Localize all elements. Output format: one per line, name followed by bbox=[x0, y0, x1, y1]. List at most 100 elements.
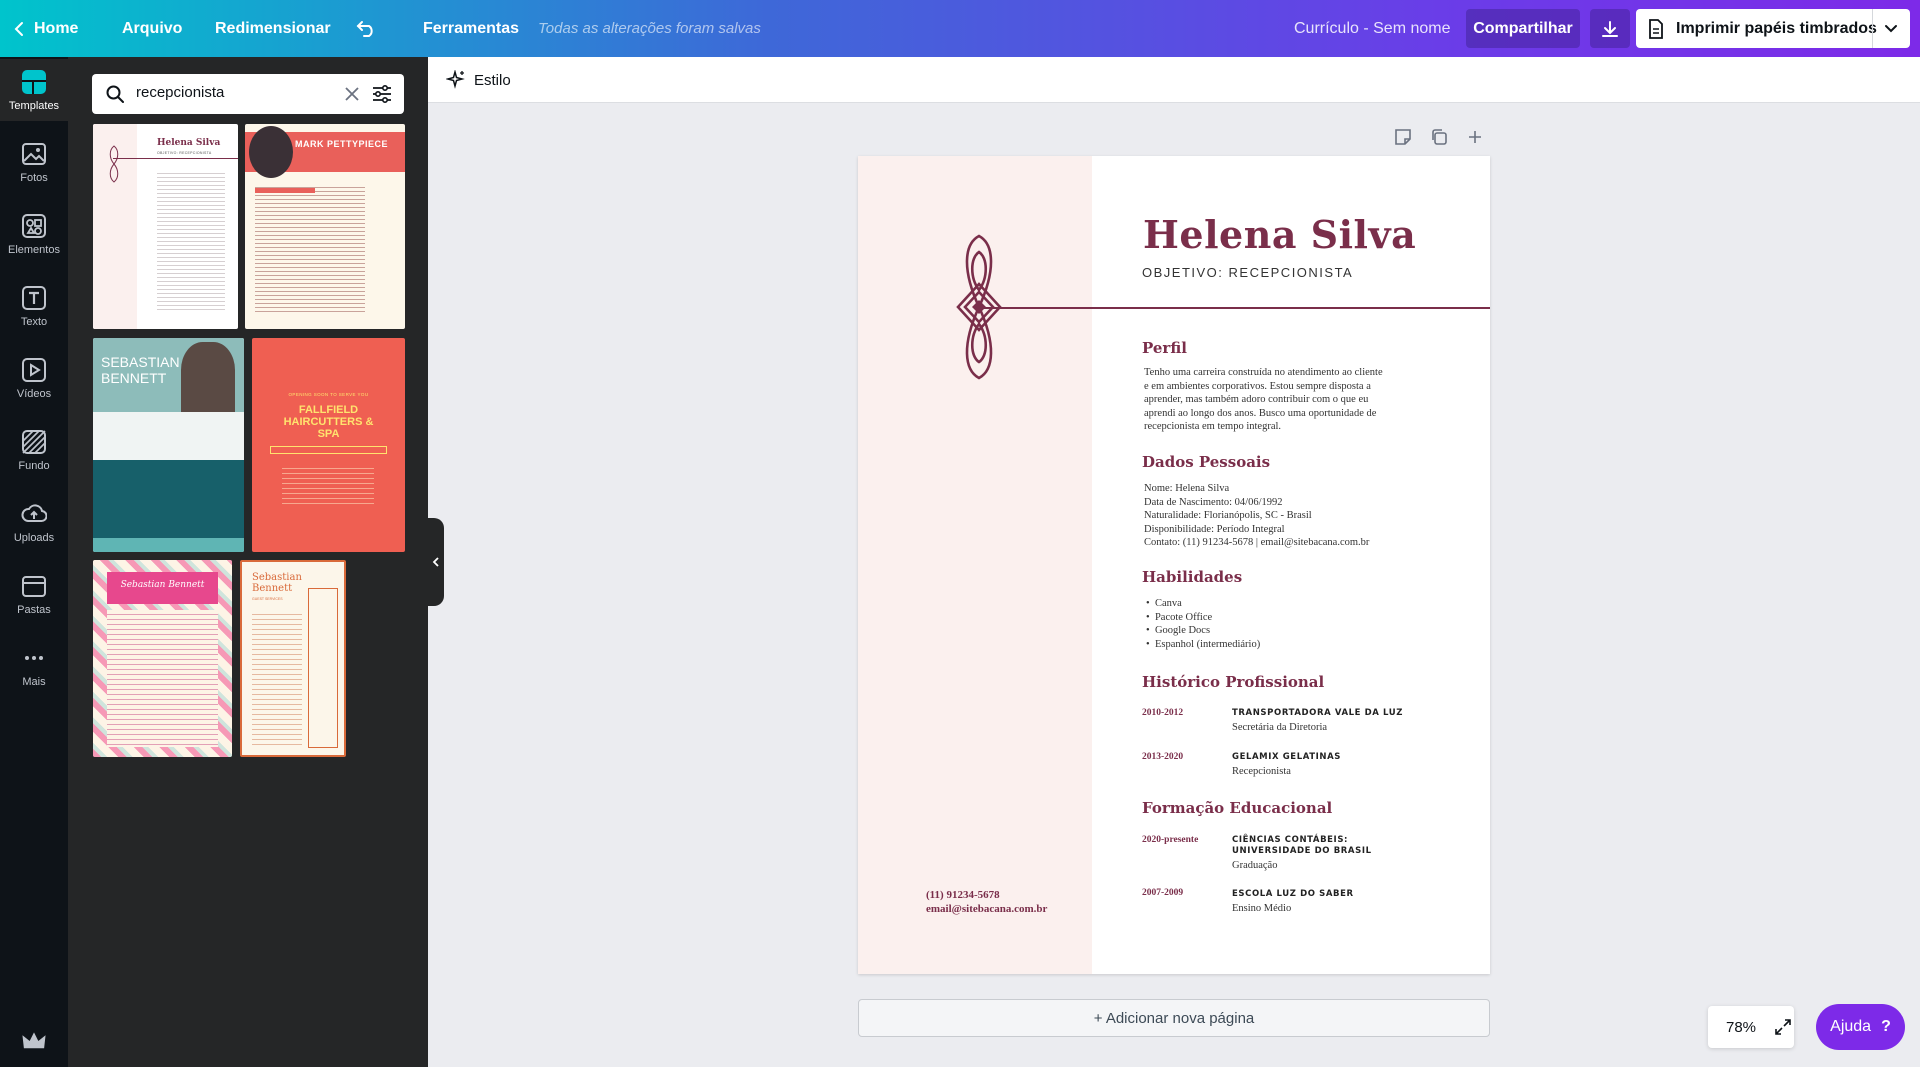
home-button[interactable]: Home bbox=[14, 0, 78, 57]
image-icon bbox=[22, 142, 46, 165]
thumb-title: FALLFIELD HAIRCUTTERS & SPA bbox=[283, 404, 374, 440]
search-bar bbox=[92, 74, 404, 114]
context-toolbar: Estilo bbox=[428, 57, 1920, 103]
copy-icon bbox=[1432, 129, 1447, 145]
clear-search-button[interactable] bbox=[344, 86, 360, 107]
document-title[interactable]: Currículo - Sem nome bbox=[1294, 0, 1451, 57]
share-button[interactable]: Compartilhar bbox=[1466, 9, 1580, 48]
avatar bbox=[181, 342, 235, 412]
personal-data: Nome: Helena Silva Data de Nascimento: 0… bbox=[1144, 482, 1369, 550]
personal-line: Naturalidade: Florianópolis, SC - Brasil bbox=[1144, 510, 1312, 522]
sidebar-item-templates[interactable]: Templates bbox=[0, 59, 68, 121]
sidebar-item-more[interactable]: Mais bbox=[0, 635, 68, 697]
thumb-section-bar bbox=[255, 188, 315, 193]
contact-email: email@sitebacana.com.br bbox=[926, 903, 1048, 915]
sidebar-item-elements[interactable]: Elementos bbox=[0, 203, 68, 265]
undo-icon bbox=[356, 20, 373, 37]
sidebar-item-videos[interactable]: Vídeos bbox=[0, 347, 68, 409]
add-page-icon-button[interactable] bbox=[1466, 128, 1484, 151]
divider bbox=[1872, 9, 1873, 48]
design-page[interactable]: Helena Silva OBJETIVO: RECEPCIONISTA Per… bbox=[858, 156, 1490, 974]
education-school: ESCOLA LUZ DO SABER bbox=[1232, 889, 1354, 899]
filter-button[interactable] bbox=[372, 84, 392, 108]
top-bar: Home Arquivo Redimensionar Ferramentas T… bbox=[0, 0, 1920, 57]
undo-button[interactable] bbox=[356, 0, 378, 57]
sidebar-item-text[interactable]: Texto bbox=[0, 275, 68, 337]
thumb-rule bbox=[113, 158, 238, 159]
template-thumbnail[interactable]: OPENING SOON TO SERVE YOU FALLFIELD HAIR… bbox=[252, 338, 405, 552]
thumb-title: Sebastian Bennett bbox=[120, 580, 205, 590]
personal-line: Nome: Helena Silva bbox=[1144, 483, 1230, 494]
sidebar-item-photos[interactable]: Fotos bbox=[0, 131, 68, 193]
sidebar-rail: Templates Fotos Elementos Texto Vídeos F… bbox=[0, 57, 68, 1067]
note-icon bbox=[1395, 129, 1411, 145]
help-button[interactable]: Ajuda ? bbox=[1816, 1004, 1905, 1050]
section-heading: Habilidades bbox=[1142, 568, 1243, 586]
collapse-panel-button[interactable] bbox=[428, 518, 444, 606]
search-input[interactable] bbox=[136, 84, 326, 101]
thumb-section-band bbox=[93, 460, 244, 538]
sidebar-item-background[interactable]: Fundo bbox=[0, 419, 68, 481]
help-label: Ajuda bbox=[1830, 1018, 1872, 1035]
premium-crown-button[interactable] bbox=[0, 1021, 68, 1061]
save-status: Todas as alterações foram salvas bbox=[538, 20, 761, 37]
sidebar-item-uploads[interactable]: Uploads bbox=[0, 491, 68, 553]
profile-line: aprendi ao longo dos anos. Busco uma opo… bbox=[1144, 407, 1377, 419]
thumb-subtitle: OBJETIVO: RECEPCIONISTA bbox=[157, 151, 212, 155]
job-role: Recepcionista bbox=[1232, 766, 1291, 777]
thumb-text-lines bbox=[107, 610, 218, 747]
skill-item: • Google Docs bbox=[1146, 625, 1211, 637]
job-company: GELAMIX GELATINAS bbox=[1232, 752, 1342, 762]
profile-line: Tenho uma carreira construída no atendim… bbox=[1144, 367, 1383, 378]
tools-menu[interactable]: Ferramentas bbox=[423, 0, 519, 57]
file-menu[interactable]: Arquivo bbox=[122, 0, 182, 57]
template-thumbnail[interactable]: Sebastian Bennett GUEST SERVICES bbox=[240, 560, 346, 757]
resize-menu[interactable]: Redimensionar bbox=[215, 0, 331, 57]
header-rule bbox=[978, 307, 1490, 309]
upload-cloud-icon bbox=[21, 503, 47, 522]
notes-button[interactable] bbox=[1394, 128, 1412, 151]
download-button[interactable] bbox=[1590, 9, 1630, 48]
thumb-title: Helena Silva bbox=[157, 138, 221, 148]
education-school-line: UNIVERSIDADE DO BRASIL bbox=[1232, 846, 1372, 856]
page-tools bbox=[1394, 128, 1484, 151]
thumb-subtitle: GUEST SERVICES bbox=[252, 597, 283, 601]
thumb-text-lines bbox=[255, 184, 365, 314]
thumb-text-lines bbox=[157, 170, 225, 310]
education-degree: Graduação bbox=[1232, 860, 1278, 871]
fullscreen-button[interactable] bbox=[1774, 1018, 1792, 1041]
job-years: 2010-2012 bbox=[1142, 708, 1184, 718]
expand-icon bbox=[1775, 1019, 1791, 1035]
contact-phone: (11) 91234-5678 bbox=[926, 889, 1000, 901]
style-label: Estilo bbox=[474, 71, 511, 89]
template-thumbnail[interactable]: Helena Silva OBJETIVO: RECEPCIONISTA bbox=[93, 124, 238, 329]
video-icon bbox=[22, 357, 46, 382]
zoom-level: 78% bbox=[1726, 1018, 1757, 1036]
template-thumbnail[interactable]: MARK PETTYPIECE bbox=[245, 124, 405, 329]
thumb-text-lines bbox=[252, 610, 302, 745]
folder-icon bbox=[22, 575, 46, 597]
duplicate-page-button[interactable] bbox=[1430, 128, 1448, 151]
skill-item: • Espanhol (intermediário) bbox=[1146, 638, 1261, 650]
education-years: 2007-2009 bbox=[1142, 888, 1184, 898]
template-thumbnail[interactable]: SEBASTIAN BENNETT bbox=[93, 338, 244, 552]
job-company: TRANSPORTADORA VALE DA LUZ bbox=[1232, 708, 1403, 718]
sparkle-icon bbox=[446, 70, 465, 89]
education-school: CIÊNCIAS CONTÁBEIS: UNIVERSIDADE DO BRAS… bbox=[1232, 835, 1372, 857]
thumb-title: MARK PETTYPIECE bbox=[295, 139, 389, 149]
resume-name: Helena Silva bbox=[1143, 212, 1417, 257]
style-button[interactable]: Estilo bbox=[446, 67, 511, 93]
profile-text: Tenho uma carreira construída no atendim… bbox=[1144, 366, 1383, 434]
add-page-button[interactable]: + Adicionar nova página bbox=[858, 999, 1490, 1037]
print-options-button[interactable] bbox=[1882, 19, 1900, 42]
skill-label: Pacote Office bbox=[1154, 611, 1213, 623]
sidebar-item-label: Mais bbox=[22, 675, 46, 688]
plus-icon bbox=[1469, 131, 1481, 143]
avatar bbox=[249, 126, 293, 178]
sidebar-item-folders[interactable]: Pastas bbox=[0, 563, 68, 625]
print-button[interactable]: Imprimir papéis timbrados bbox=[1636, 9, 1910, 48]
template-thumbnail[interactable]: Sebastian Bennett bbox=[93, 560, 232, 757]
knot-ornament-icon bbox=[109, 145, 119, 183]
education-school-line: CIÊNCIAS CONTÁBEIS: bbox=[1232, 835, 1349, 845]
profile-line: recepcionista em tempo integral. bbox=[1144, 421, 1282, 433]
